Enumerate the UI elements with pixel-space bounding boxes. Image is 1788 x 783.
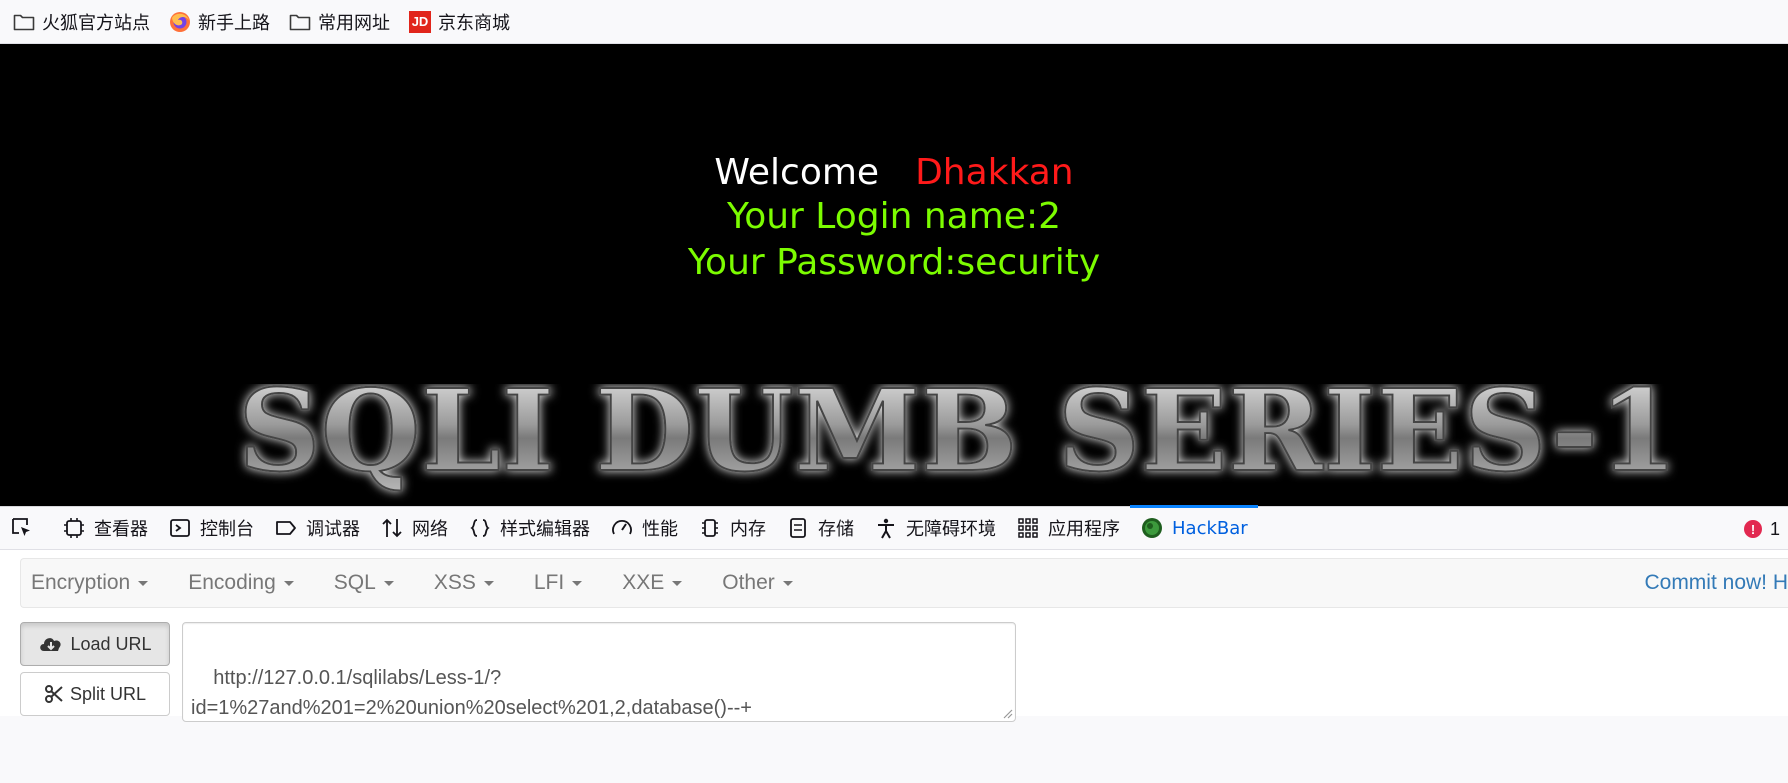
error-count: 1	[1769, 518, 1780, 539]
tab-debugger[interactable]: 调试器	[264, 506, 370, 550]
split-url-label: Split URL	[69, 683, 147, 704]
caret-down-icon	[483, 580, 494, 586]
url-text: http://127.0.0.1/sqlilabs/Less-1/? id=1%…	[191, 667, 752, 719]
menu-encoding[interactable]: Encoding	[178, 571, 310, 595]
bookmark-getting-started[interactable]: 新手上路	[168, 9, 270, 35]
tab-storage[interactable]: 存储	[776, 506, 864, 550]
welcome-text: Welcome	[714, 152, 880, 193]
caret-down-icon	[383, 580, 394, 586]
console-icon	[168, 516, 192, 540]
login-name-text: Your Login name:2	[727, 196, 1061, 237]
menu-xxe[interactable]: XXE	[612, 571, 698, 595]
caret-down-icon	[138, 580, 149, 586]
menu-other[interactable]: Other	[712, 571, 809, 595]
tab-style-editor[interactable]: 样式编辑器	[458, 506, 600, 550]
hackbar-panel: Encryption Encoding SQL XSS LFI XXE Othe…	[0, 550, 1788, 722]
caret-down-icon	[782, 580, 793, 586]
bookmark-label: 新手上路	[198, 12, 270, 34]
hackbar-menu: Encryption Encoding SQL XSS LFI XXE Othe…	[20, 558, 1788, 608]
console-error-count[interactable]: ! 1	[1743, 507, 1780, 551]
load-url-button[interactable]: Load URL	[20, 622, 170, 666]
menu-lfi[interactable]: LFI	[524, 571, 598, 595]
tab-label: 应用程序	[1048, 519, 1120, 540]
svg-text:SQLI DUMB SERIES-1: SQLI DUMB SERIES-1	[238, 384, 1678, 497]
menu-label: XSS	[433, 571, 476, 594]
split-url-button[interactable]: Split URL	[20, 672, 170, 716]
menu-xss[interactable]: XSS	[424, 571, 510, 595]
tab-label: 无障碍环境	[906, 519, 996, 540]
bookmark-firefox-official[interactable]: 火狐官方站点	[12, 9, 150, 35]
caret-down-icon	[283, 580, 294, 586]
tab-label: 样式编辑器	[500, 519, 590, 540]
load-url-label: Load URL	[70, 633, 152, 654]
hackbar-icon	[1140, 516, 1164, 540]
tab-hackbar[interactable]: HackBar	[1130, 505, 1258, 550]
bookmarks-toolbar: 火狐官方站点 新手上路 常用网址 JD 京东商城	[0, 0, 1788, 44]
menu-label: Encryption	[31, 571, 131, 594]
devtools-tab-bar: 查看器 控制台 调试器 网络 样式编辑器 性能 内存 存储 无障碍环境 应用程序…	[0, 505, 1788, 551]
tab-label: 查看器	[94, 519, 148, 540]
menu-label: Other	[722, 571, 775, 594]
element-picker-button[interactable]	[0, 506, 52, 550]
resize-handle-icon[interactable]	[1001, 707, 1013, 719]
application-icon	[1016, 516, 1040, 540]
style-editor-icon	[468, 516, 492, 540]
tab-network[interactable]: 网络	[370, 506, 458, 550]
welcome-line: Welcome Dhakkan	[0, 152, 1788, 193]
commit-now-link[interactable]: Commit now! H	[1644, 559, 1788, 607]
menu-label: SQL	[333, 571, 376, 594]
caret-down-icon	[572, 580, 583, 586]
performance-icon	[610, 516, 634, 540]
firefox-icon	[168, 10, 192, 34]
tab-accessibility[interactable]: 无障碍环境	[864, 506, 1006, 550]
scissors-icon	[44, 684, 64, 704]
folder-icon	[288, 10, 312, 34]
password-text: Your Password:security	[687, 242, 1101, 283]
menu-encryption[interactable]: Encryption	[21, 571, 164, 595]
element-picker-icon	[10, 516, 34, 540]
bookmark-label: 火狐官方站点	[42, 12, 150, 34]
tab-label: 性能	[642, 519, 678, 540]
bookmark-label: 京东商城	[438, 12, 510, 34]
bookmark-common-sites[interactable]: 常用网址	[288, 9, 390, 35]
tab-inspector[interactable]: 查看器	[52, 506, 158, 550]
caret-down-icon	[672, 580, 683, 586]
tab-label: 调试器	[306, 519, 360, 540]
cloud-download-icon	[38, 634, 64, 654]
tab-memory[interactable]: 内存	[688, 506, 776, 550]
tab-label: 控制台	[200, 519, 254, 540]
tab-console[interactable]: 控制台	[158, 506, 264, 550]
tab-application[interactable]: 应用程序	[1006, 506, 1130, 550]
bookmark-jd-mall[interactable]: JD 京东商城	[408, 9, 510, 35]
sqli-banner-logo: SQLI DUMB SERIES-1	[237, 384, 1679, 498]
error-icon: !	[1743, 520, 1762, 538]
network-icon	[380, 516, 404, 540]
tab-performance[interactable]: 性能	[600, 506, 688, 550]
url-textarea[interactable]: http://127.0.0.1/sqlilabs/Less-1/? id=1%…	[182, 622, 1016, 722]
tab-label: 网络	[412, 519, 448, 540]
tab-label: HackBar	[1172, 517, 1248, 539]
tab-label: 存储	[818, 519, 854, 540]
folder-icon	[12, 10, 36, 34]
menu-sql[interactable]: SQL	[324, 571, 410, 595]
storage-icon	[786, 516, 810, 540]
inspector-icon	[62, 516, 86, 540]
memory-icon	[698, 516, 722, 540]
page-viewport: Welcome Dhakkan Your Login name:2 Your Pa…	[0, 44, 1788, 506]
menu-label: LFI	[533, 571, 565, 594]
welcome-name: Dhakkan	[915, 152, 1074, 193]
tab-label: 内存	[730, 519, 766, 540]
accessibility-icon	[874, 516, 898, 540]
bookmark-label: 常用网址	[318, 12, 390, 34]
menu-label: XXE	[622, 571, 665, 594]
jd-icon: JD	[408, 10, 432, 34]
debugger-icon	[274, 516, 298, 540]
menu-label: Encoding	[188, 571, 276, 594]
